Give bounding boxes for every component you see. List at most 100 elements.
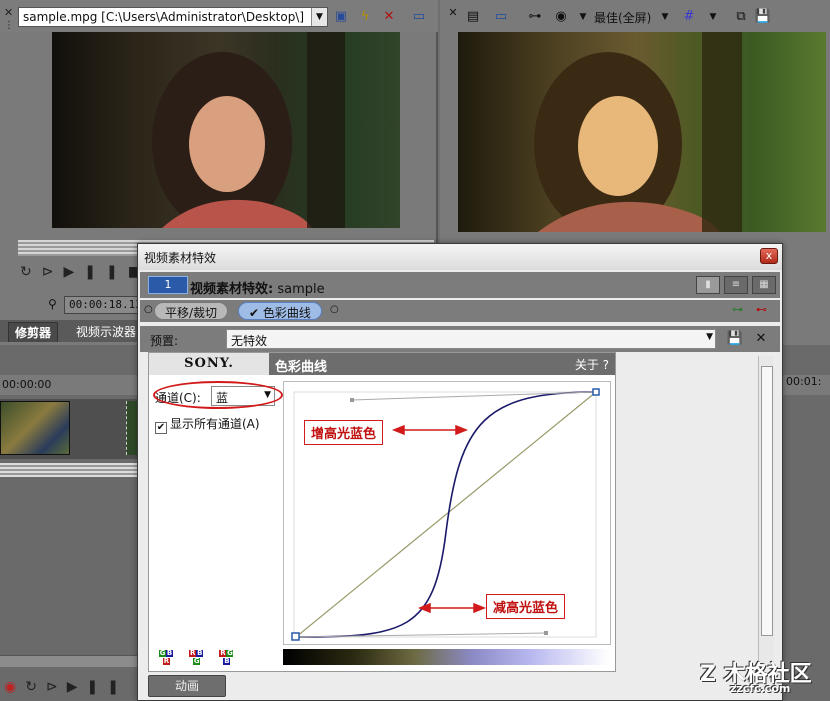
file-path-text: sample.mpg [C:\Users\Administrator\Deskt… xyxy=(23,10,305,24)
pause-icon[interactable]: ❚❚ xyxy=(86,679,127,695)
chevron-down-icon[interactable]: ▼ xyxy=(704,8,722,26)
preview-quality[interactable]: 最佳(全屏) xyxy=(594,9,651,26)
plugin-name: 色彩曲线 xyxy=(275,360,328,375)
checkbox-checked-icon[interactable]: ✔ xyxy=(155,422,167,434)
timecode-field[interactable]: 00:00:18.13 xyxy=(64,296,144,314)
scrollbar-thumb[interactable] xyxy=(761,366,773,636)
handle-top-point[interactable] xyxy=(350,398,354,402)
close-button[interactable]: x xyxy=(760,248,778,264)
timeline-scrollbar[interactable] xyxy=(0,655,138,667)
preset-label: 预置: xyxy=(150,334,179,348)
channel-b-icon: B xyxy=(166,649,173,657)
curve-point-start[interactable] xyxy=(291,632,300,641)
properties-icon[interactable]: ▤ xyxy=(464,8,482,26)
fx-header-label: 视频素材特效: sample xyxy=(190,278,325,297)
chain-start-icon: ○ xyxy=(144,304,153,315)
trimmer-toolbar: ✕ ⋮ sample.mpg [C:\Users\Administrator\D… xyxy=(0,0,438,32)
video-clip[interactable] xyxy=(0,401,70,455)
view-single-icon[interactable]: ▮ xyxy=(696,276,720,294)
fx-header: 1 视频素材特效: sample ▮ ≡ ▦ xyxy=(140,272,780,298)
fx-chain-pan-crop[interactable]: 平移/裁切 xyxy=(154,302,229,320)
play-icon[interactable]: ▶ xyxy=(63,264,84,280)
channel-order-gbr[interactable]: GB R xyxy=(159,649,181,665)
add-fx-icon[interactable]: ⊶ xyxy=(732,303,743,316)
add-to-timeline-icon[interactable]: ▣ xyxy=(332,8,350,26)
grip-icon[interactable]: ⋮ xyxy=(4,20,14,31)
video-track[interactable] xyxy=(0,399,140,459)
channel-r-icon: R xyxy=(189,649,197,657)
preset-select[interactable]: 无特效 ▼ xyxy=(226,329,716,349)
fx-header-prefix: 视频素材特效: xyxy=(190,282,274,297)
watermark-logo: Z 木格社区 zzcfc.com xyxy=(700,656,812,695)
curve-point-end[interactable] xyxy=(592,388,600,396)
save-snapshot-icon[interactable]: 💾 xyxy=(754,8,772,26)
trimmer-transport: ↻⊳▶❚❚■ xyxy=(20,264,151,284)
loop-icon[interactable]: ↻ xyxy=(25,679,46,695)
tangent-handle-bottom[interactable] xyxy=(295,632,547,638)
delete-icon[interactable]: ✕ xyxy=(380,8,398,26)
copy-snapshot-icon[interactable]: ⧉ xyxy=(732,8,750,26)
pause-icon[interactable]: ❚❚ xyxy=(84,264,127,280)
preset-value: 无特效 xyxy=(231,334,268,348)
record-icon[interactable]: ◉ xyxy=(4,679,25,695)
fx-chain: ○ 平移/裁切 ✔ 色彩曲线 ○ ⊶ ⊷ xyxy=(140,300,780,322)
play-from-start-icon[interactable]: ⊳ xyxy=(46,679,67,695)
fx-header-name: sample xyxy=(277,282,325,297)
chain-end-icon: ○ xyxy=(330,304,339,315)
close-icon[interactable]: ✕ xyxy=(4,6,13,19)
lightning-icon[interactable]: ϟ xyxy=(356,8,374,26)
channel-order-rgb[interactable]: RG B xyxy=(219,649,241,665)
channel-highlight-ellipse xyxy=(153,381,283,409)
about-link[interactable]: 关于 ? xyxy=(575,356,609,373)
plugin-header: SONY. 色彩曲线 关于 ? xyxy=(149,353,615,375)
dialog-scrollbar[interactable] xyxy=(758,356,774,664)
view-list-icon[interactable]: ≡ xyxy=(724,276,748,294)
chevron-down-icon[interactable]: ▼ xyxy=(311,8,327,26)
channel-r-icon: R xyxy=(163,657,170,665)
show-all-label: 显示所有通道(A) xyxy=(170,417,260,431)
channel-b-icon: B xyxy=(223,657,231,665)
tab-video-scope[interactable]: 视频示波器 xyxy=(70,322,142,342)
show-all-channels-checkbox[interactable]: ✔ 显示所有通道(A) xyxy=(155,415,260,434)
channel-g-icon: G xyxy=(159,649,166,657)
play-from-start-icon[interactable]: ⊳ xyxy=(42,264,64,280)
arrow-down-annotation xyxy=(417,602,487,614)
color-curves-panel: SONY. 色彩曲线 关于 ? 通道(C): 蓝 ▼ ✔ 显示所有通道(A) 增… xyxy=(148,352,616,672)
play-icon[interactable]: ▶ xyxy=(67,679,87,695)
split-screen-icon[interactable]: ⊶ xyxy=(526,8,544,26)
track-number-badge: 1 xyxy=(148,276,188,294)
chevron-down-icon[interactable]: ▼ xyxy=(656,8,674,26)
dialog-title: 视频素材特效 xyxy=(144,251,217,265)
fx-chain-color-curves[interactable]: ✔ 色彩曲线 xyxy=(238,302,322,320)
handle-bottom-point[interactable] xyxy=(544,631,548,635)
channel-g-icon: G xyxy=(193,657,201,665)
timeline-transport: ◉↻⊳▶❚❚ xyxy=(4,679,128,695)
delete-preset-icon[interactable]: ✕ xyxy=(752,330,770,348)
curve-graph[interactable]: 增高光蓝色 减高光蓝色 xyxy=(283,381,611,645)
arrow-up-annotation xyxy=(391,424,469,436)
remove-fx-icon[interactable]: ⊷ xyxy=(756,303,767,316)
save-preset-icon[interactable]: 💾 xyxy=(726,330,744,348)
channel-order-rbg[interactable]: RBG xyxy=(189,649,211,665)
file-path-select[interactable]: sample.mpg [C:\Users\Administrator\Deskt… xyxy=(18,7,328,27)
preview-toolbar: ✕ ▤ ▭ ⊶ ◉ ▼ 最佳(全屏) ▼ # ▼ ⧉ 💾 xyxy=(440,0,830,32)
tab-trimmer[interactable]: 修剪器 xyxy=(8,322,59,342)
loop-icon[interactable]: ↻ xyxy=(20,264,42,280)
chevron-down-icon[interactable]: ▼ xyxy=(574,8,592,26)
audio-track[interactable] xyxy=(0,463,140,477)
grid-icon[interactable]: # xyxy=(680,8,698,26)
preset-row: 预置: 无特效 ▼ 💾 ✕ xyxy=(140,326,780,352)
chevron-down-icon[interactable]: ▼ xyxy=(706,332,713,342)
portrait-image-graded xyxy=(534,32,742,232)
view-grid-icon[interactable]: ▦ xyxy=(752,276,776,294)
monitor-icon[interactable]: ▭ xyxy=(410,8,428,26)
trimmer-video-frame xyxy=(52,32,400,228)
close-icon[interactable]: ✕ xyxy=(444,4,462,22)
overlay-icon[interactable]: ◉ xyxy=(552,8,570,26)
tangent-handle-top[interactable] xyxy=(351,391,597,401)
animate-button[interactable]: 动画 xyxy=(148,675,226,697)
channel-g-icon: G xyxy=(226,649,234,657)
monitor-icon[interactable]: ▭ xyxy=(492,8,510,26)
preview-video-frame xyxy=(458,32,826,232)
dialog-titlebar[interactable]: 视频素材特效 x xyxy=(138,244,782,270)
